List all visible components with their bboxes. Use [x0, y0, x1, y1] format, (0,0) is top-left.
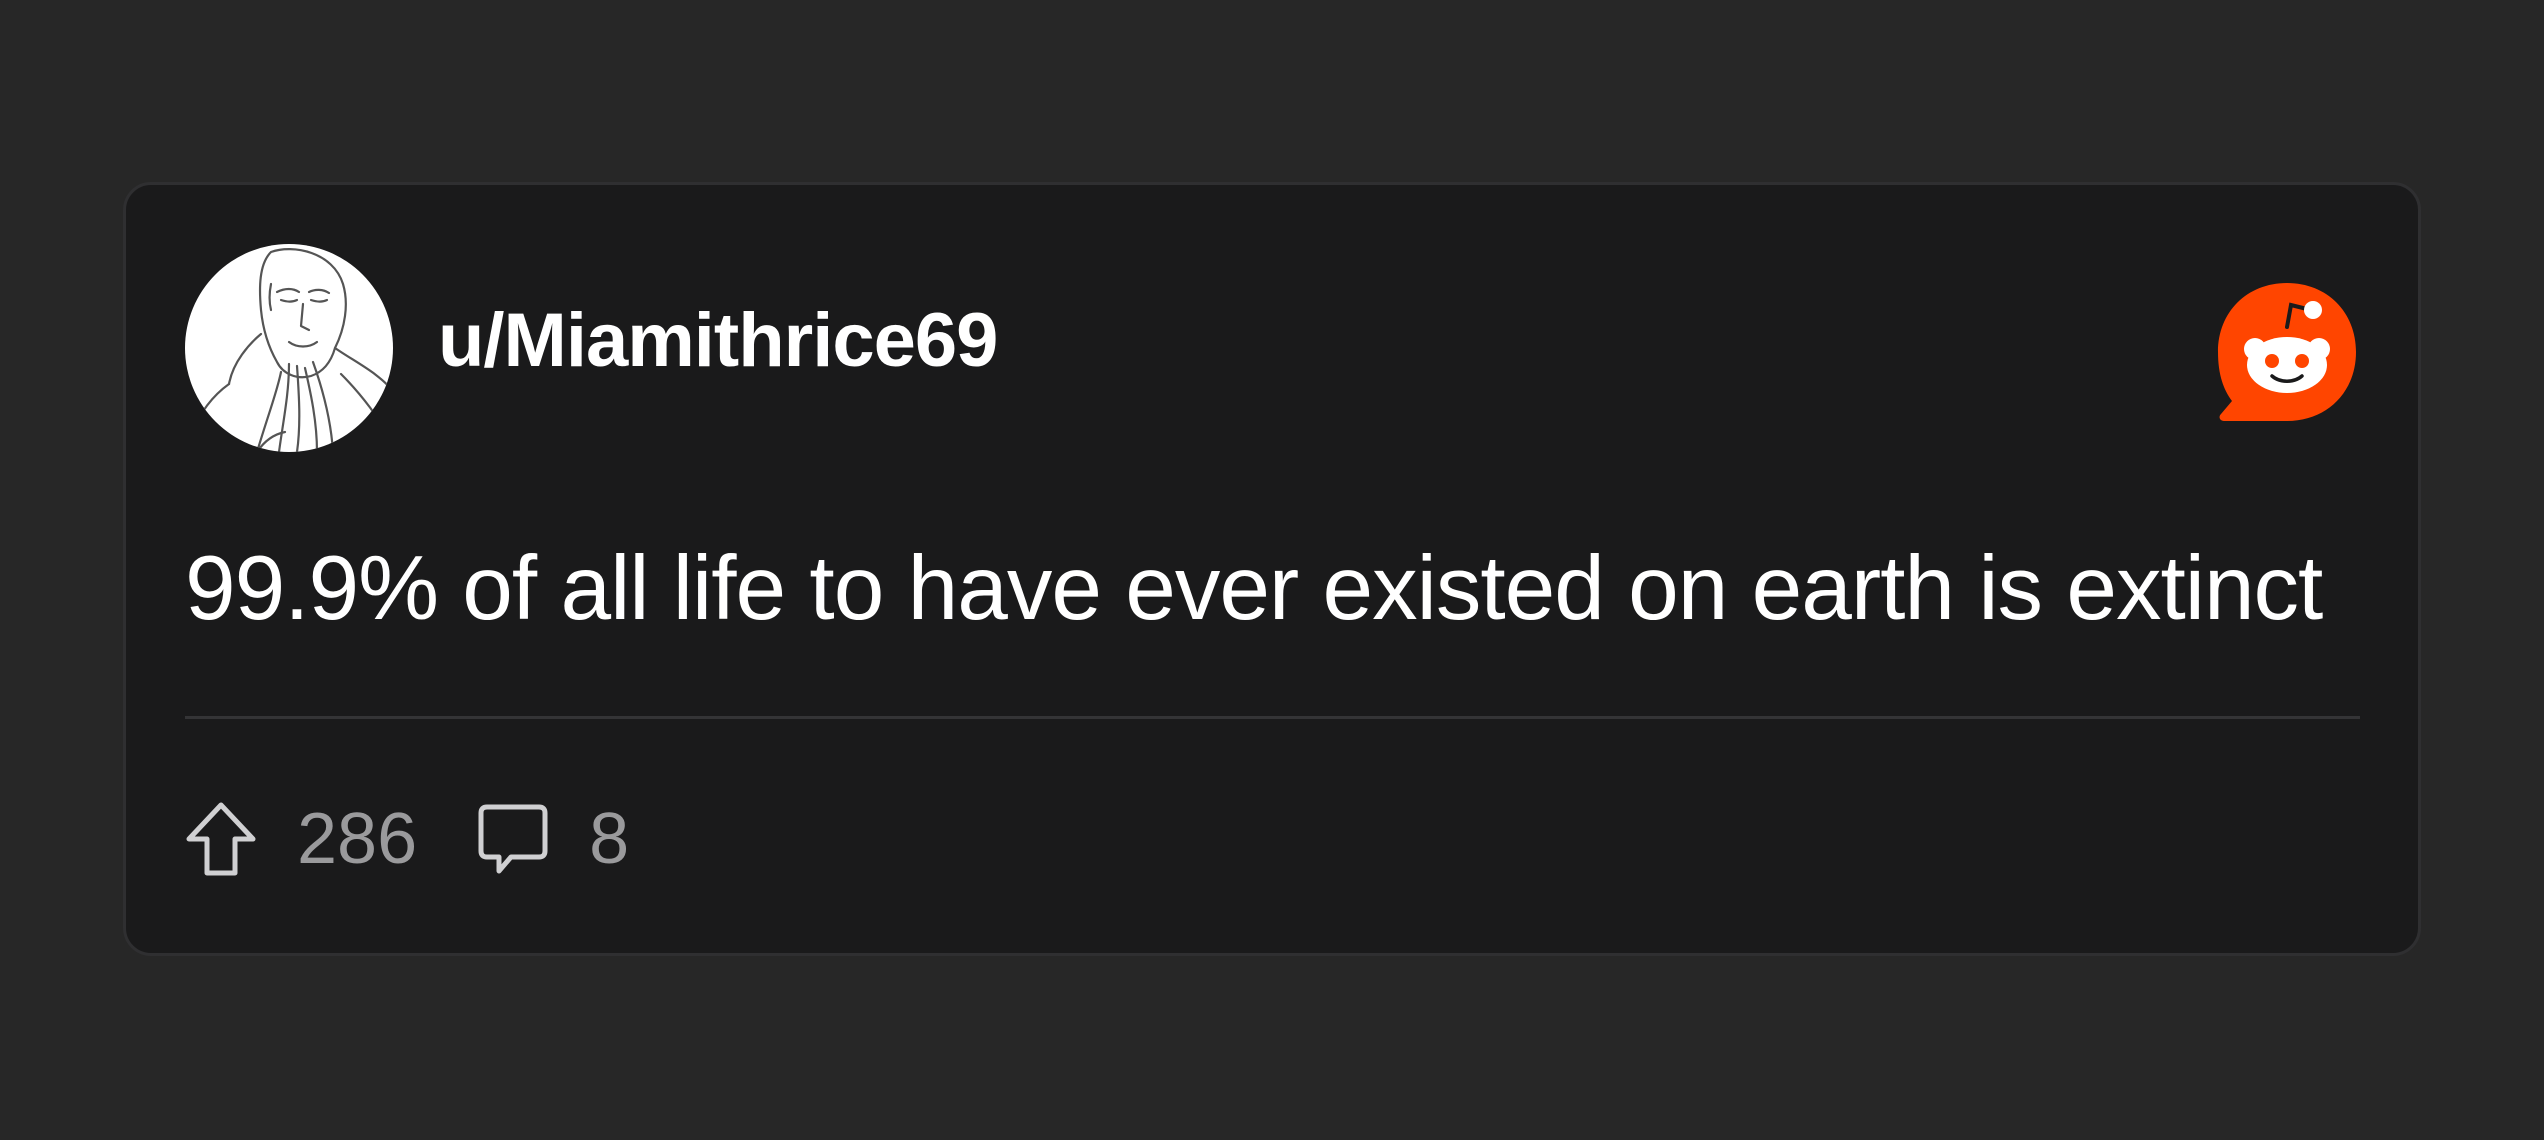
- upvote-button[interactable]: 286: [185, 801, 417, 877]
- post-card[interactable]: u/Miamithrice69 99.9% of all life to hav…: [123, 182, 2421, 956]
- post-title[interactable]: 99.9% of all life to have ever existed o…: [185, 543, 2323, 634]
- post-actions: 286 8: [185, 799, 629, 879]
- upvote-count: 286: [297, 799, 418, 879]
- comment-count: 8: [589, 799, 630, 879]
- comments-button[interactable]: 8: [477, 801, 629, 877]
- username[interactable]: u/Miamithrice69: [438, 303, 998, 379]
- comment-bubble-icon: [478, 804, 548, 874]
- divider: [185, 716, 2360, 719]
- upvote-arrow-icon: [186, 802, 256, 876]
- reddit-logo-icon: [2214, 279, 2360, 425]
- user-avatar[interactable]: [185, 244, 393, 452]
- avatar-illustration: [189, 248, 393, 452]
